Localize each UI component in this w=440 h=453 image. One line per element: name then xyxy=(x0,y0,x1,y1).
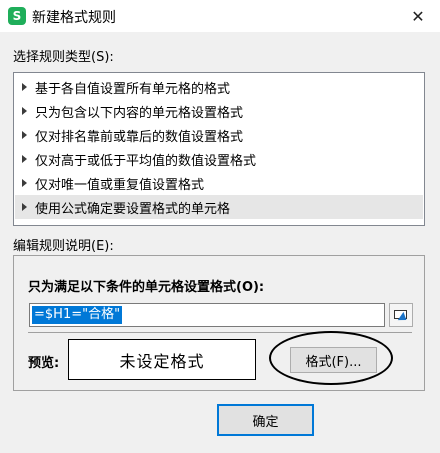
triangle-right-icon xyxy=(22,203,27,211)
rule-type-item-contains[interactable]: 只为包含以下内容的单元格设置格式 xyxy=(15,99,423,123)
close-button[interactable]: ✕ xyxy=(396,0,440,32)
triangle-right-icon xyxy=(22,179,27,187)
rule-description-label: 编辑规则说明(E): xyxy=(13,239,114,254)
triangle-right-icon xyxy=(22,107,27,115)
close-icon: ✕ xyxy=(411,6,425,26)
triangle-right-icon xyxy=(22,155,27,163)
annotation-circle xyxy=(269,331,393,385)
rule-type-item-label: 基于各自值设置所有单元格的格式 xyxy=(35,81,231,97)
rule-type-item-unique-duplicate[interactable]: 仅对唯一值或重复值设置格式 xyxy=(15,171,423,195)
app-icon: S xyxy=(8,7,26,25)
triangle-right-icon xyxy=(22,131,27,139)
rule-type-item-label: 使用公式确定要设置格式的单元格 xyxy=(35,201,231,217)
rule-type-item-label: 仅对唯一值或重复值设置格式 xyxy=(35,177,205,193)
rule-type-list[interactable]: 基于各自值设置所有单元格的格式 只为包含以下内容的单元格设置格式 仅对排名靠前或… xyxy=(13,72,425,226)
formula-selected-text: =$H1="合格" xyxy=(32,306,123,324)
condition-label: 只为满足以下条件的单元格设置格式(O): xyxy=(28,280,265,295)
ok-button[interactable]: 确定 xyxy=(217,404,314,436)
dialog-title: 新建格式规则 xyxy=(32,10,116,26)
rule-type-item-label: 仅对排名靠前或靠后的数值设置格式 xyxy=(35,129,244,145)
preview-label: 预览: xyxy=(28,356,60,371)
title-bar: S 新建格式规则 ✕ xyxy=(0,0,440,32)
preview-box: 未设定格式 xyxy=(68,339,256,380)
triangle-right-icon xyxy=(22,83,27,91)
rule-type-item-top-bottom[interactable]: 仅对排名靠前或靠后的数值设置格式 xyxy=(15,123,423,147)
rule-type-item-label: 仅对高于或低于平均值的数值设置格式 xyxy=(35,153,257,169)
formula-input[interactable]: =$H1="合格" xyxy=(29,303,385,327)
rule-type-item-formula[interactable]: 使用公式确定要设置格式的单元格 xyxy=(15,195,423,219)
rule-type-item-label: 只为包含以下内容的单元格设置格式 xyxy=(35,105,244,121)
cell-reference-button[interactable] xyxy=(389,303,413,327)
rule-type-label: 选择规则类型(S): xyxy=(13,50,114,65)
rule-description-panel: 只为满足以下条件的单元格设置格式(O): =$H1="合格" 预览: 未设定格式… xyxy=(13,255,425,391)
rule-type-item-average[interactable]: 仅对高于或低于平均值的数值设置格式 xyxy=(15,147,423,171)
rule-type-item-each-value[interactable]: 基于各自值设置所有单元格的格式 xyxy=(15,75,423,99)
preview-text: 未设定格式 xyxy=(119,351,205,371)
